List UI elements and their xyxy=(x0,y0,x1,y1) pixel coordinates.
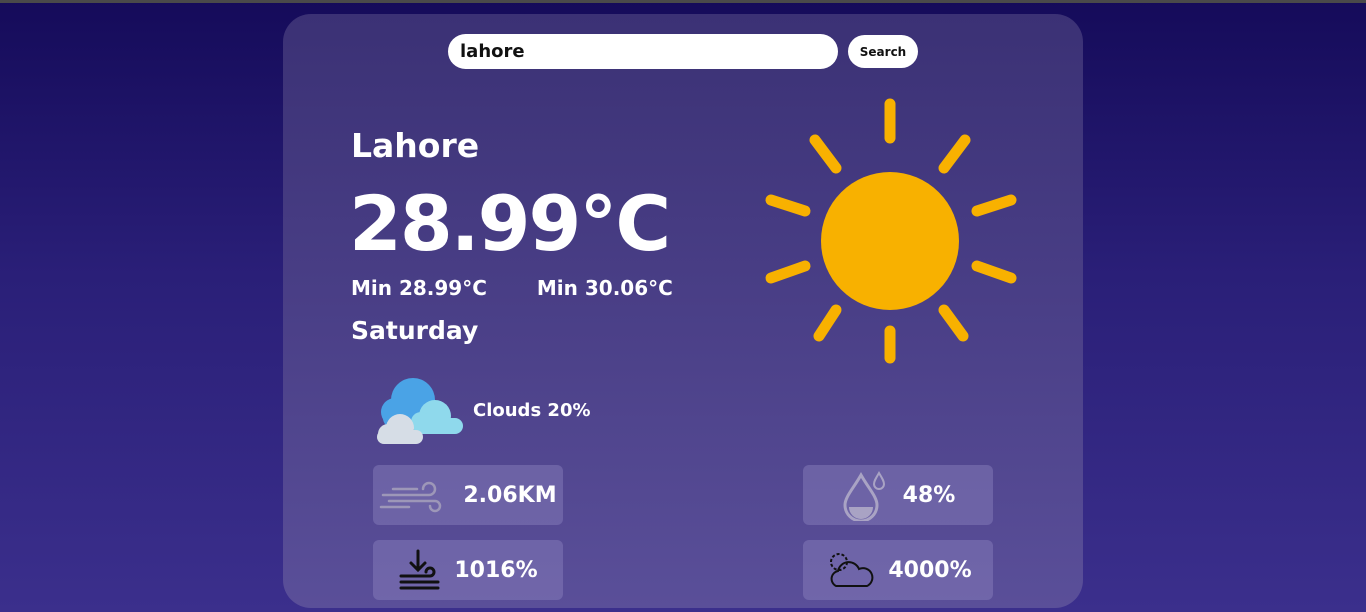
pressure-stat: 1016% xyxy=(373,540,563,600)
current-temperature: 28.99°C xyxy=(349,179,671,268)
day-label: Saturday xyxy=(351,316,479,345)
wind-value: 2.06KM xyxy=(463,482,557,508)
pressure-icon xyxy=(399,549,440,590)
clouds-label: Clouds 20% xyxy=(473,399,591,421)
sun-icon xyxy=(765,98,1017,364)
visibility-value: 4000% xyxy=(888,557,972,583)
search-button[interactable]: Search xyxy=(848,35,918,68)
sun-cloud-icon xyxy=(830,553,874,587)
clouds-row: Clouds 20% xyxy=(373,374,591,446)
wind-stat: 2.06KM xyxy=(373,465,563,525)
min-max-row: Min 28.99°C Min 30.06°C xyxy=(351,276,673,300)
search-input[interactable] xyxy=(448,34,838,69)
humidity-stat: 48% xyxy=(803,465,993,525)
max-temperature: Min 30.06°C xyxy=(536,276,673,300)
weather-card: Search Lahore 28.99°C Min 28.99°C Min 30… xyxy=(283,14,1083,608)
wind-icon xyxy=(380,481,442,513)
search-bar: Search xyxy=(448,34,918,69)
humidity-value: 48% xyxy=(902,482,956,508)
clouds-icon xyxy=(377,378,463,444)
min-temperature: Min 28.99°C xyxy=(351,276,487,300)
city-name: Lahore xyxy=(351,126,480,165)
visibility-stat: 4000% xyxy=(803,540,993,600)
pressure-value: 1016% xyxy=(454,557,538,583)
humidity-drop-icon xyxy=(843,471,885,521)
